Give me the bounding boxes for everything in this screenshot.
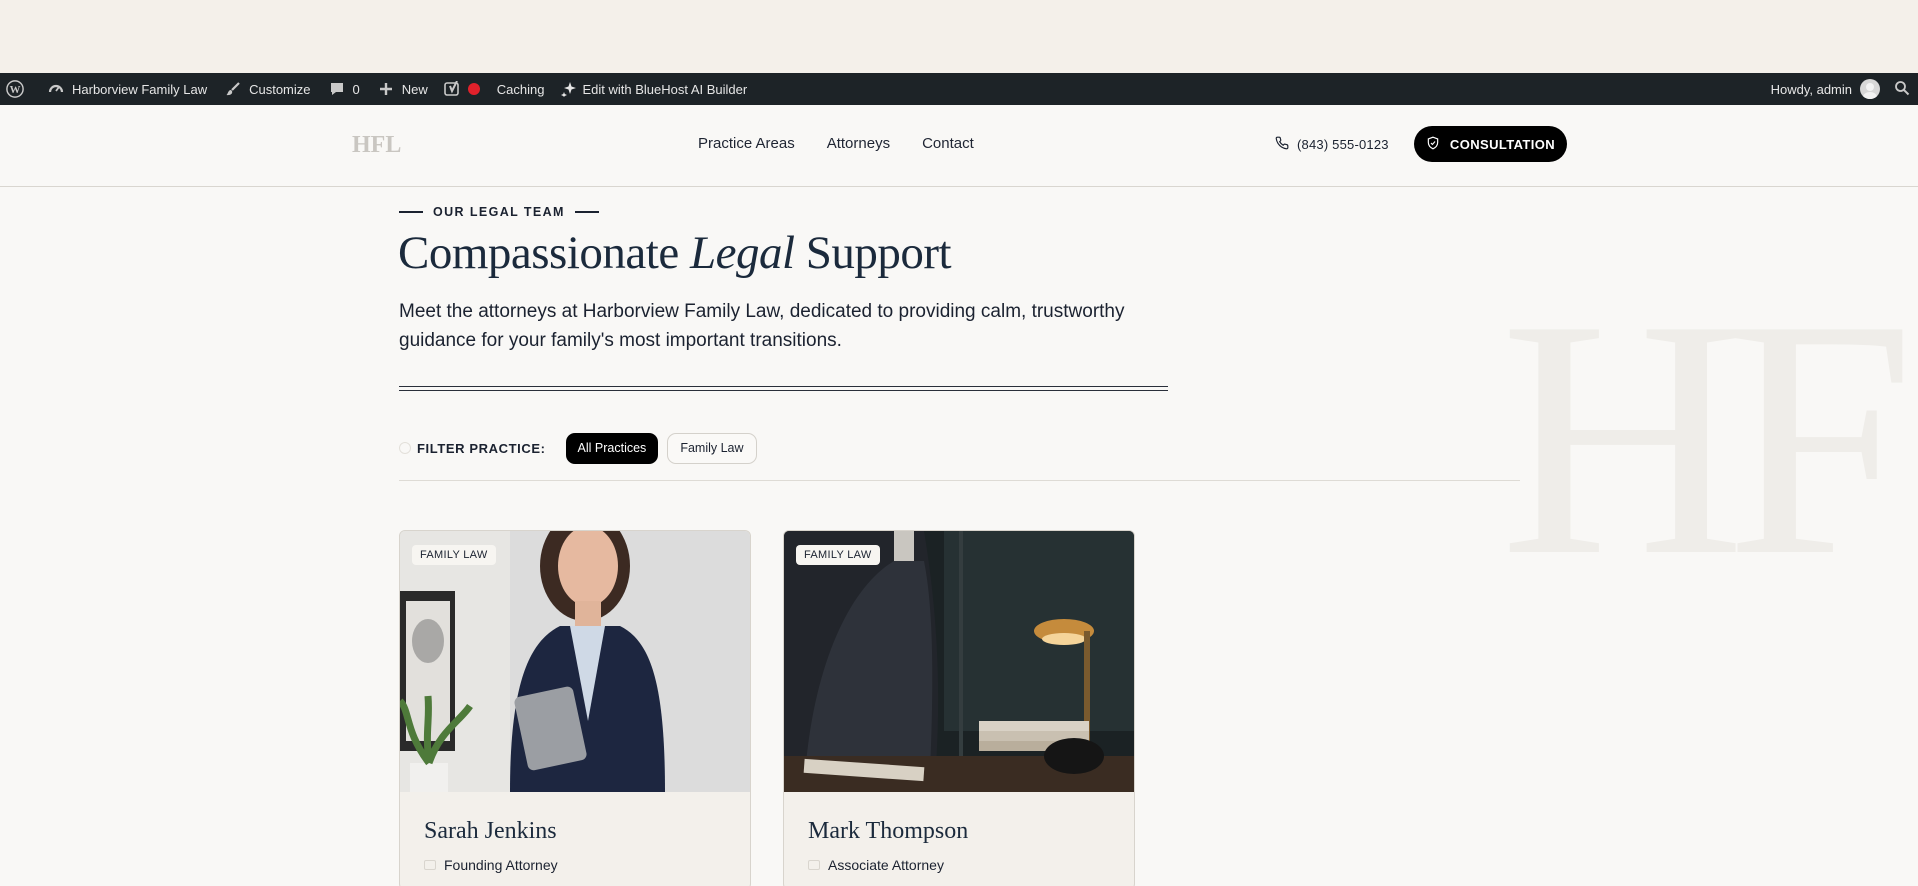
- page-title: Compassionate Legal Support: [398, 226, 952, 280]
- briefcase-icon: [424, 860, 436, 870]
- briefcase-icon: [808, 860, 820, 870]
- attorney-card[interactable]: FAMILY LAW Mark Thompson Associate Attor…: [783, 530, 1135, 886]
- search-icon: [1894, 80, 1910, 99]
- background-monogram: HF: [1500, 249, 1915, 626]
- practice-filter: FILTER PRACTICE: All Practices Family La…: [399, 432, 766, 464]
- title-emphasis: Legal: [689, 227, 795, 279]
- filter-divider: [399, 480, 1520, 481]
- ai-builder-menu[interactable]: Edit with BlueHost AI Builder: [560, 73, 747, 105]
- attorney-photo: FAMILY LAW: [400, 531, 750, 792]
- caching-menu[interactable]: Caching: [497, 73, 545, 105]
- comments-menu[interactable]: 0: [328, 73, 360, 105]
- ai-builder-label: Edit with BlueHost AI Builder: [582, 81, 748, 97]
- practice-badge: FAMILY LAW: [796, 545, 880, 565]
- avatar: [1860, 79, 1880, 99]
- shield-check-icon: [1426, 136, 1440, 153]
- phone-number: (843) 555-0123: [1297, 137, 1389, 152]
- seo-status-dot-icon: [467, 83, 480, 95]
- attorney-role: Founding Attorney: [424, 857, 726, 873]
- new-label: New: [401, 81, 428, 97]
- nav-practice-areas[interactable]: Practice Areas: [698, 135, 795, 152]
- attorney-card[interactable]: FAMILY LAW Sarah Jenkins Founding Attorn…: [399, 530, 751, 886]
- customize-menu[interactable]: Customize: [224, 73, 311, 105]
- attorney-role-label: Associate Attorney: [828, 857, 944, 873]
- title-part-2: Support: [794, 227, 952, 279]
- filter-chip-all-practices[interactable]: All Practices: [565, 432, 659, 464]
- filter-label: FILTER PRACTICE:: [399, 441, 546, 456]
- howdy-label: Howdy, admin: [1770, 81, 1852, 97]
- page-subtitle: Meet the attorneys at Harborview Family …: [399, 301, 1125, 351]
- main-nav: Practice Areas Attorneys Contact: [698, 135, 974, 152]
- customize-label: Customize: [249, 81, 311, 97]
- attorney-role: Associate Attorney: [808, 857, 1110, 873]
- site-header: HFL Practice Areas Attorneys Contact (84…: [0, 105, 1918, 187]
- site-name-label: Harborview Family Law: [72, 81, 208, 97]
- seo-plugin-menu[interactable]: [443, 73, 480, 105]
- eyebrow-rule-right: [574, 211, 599, 213]
- title-part-1: Compassionate: [398, 227, 690, 279]
- consultation-label: CONSULTATION: [1449, 136, 1556, 152]
- brush-icon: [224, 80, 242, 98]
- caching-label: Caching: [496, 81, 545, 97]
- account-menu[interactable]: Howdy, admin: [1771, 73, 1880, 105]
- section-eyebrow: OUR LEGAL TEAM: [399, 205, 599, 219]
- wp-admin-bar: W Harborview Family Law Customize 0 New …: [0, 73, 1918, 105]
- filter-chip-family-law[interactable]: Family Law: [667, 432, 757, 464]
- site-logo[interactable]: HFL: [352, 132, 401, 159]
- attorney-role-label: Founding Attorney: [444, 857, 558, 873]
- hero-divider: [399, 386, 1168, 391]
- sparkle-icon: [560, 80, 578, 98]
- plus-icon: [377, 80, 395, 98]
- phone-link[interactable]: (843) 555-0123: [1275, 136, 1389, 153]
- nav-attorneys[interactable]: Attorneys: [827, 135, 890, 152]
- comments-count: 0: [352, 81, 360, 97]
- eyebrow-label: OUR LEGAL TEAM: [433, 205, 565, 219]
- comment-bubble-icon: [328, 80, 346, 98]
- attorney-name: Sarah Jenkins: [424, 818, 557, 844]
- attorney-name: Mark Thompson: [808, 818, 969, 844]
- browser-top-area: [0, 0, 1918, 73]
- svg-text:W: W: [10, 84, 21, 96]
- nav-contact[interactable]: Contact: [922, 135, 974, 152]
- yoast-seo-icon: [443, 80, 462, 98]
- practice-badge: FAMILY LAW: [412, 545, 496, 565]
- new-content-menu[interactable]: New: [377, 73, 428, 105]
- dashboard-icon: [47, 80, 65, 98]
- attorney-photo: FAMILY LAW: [784, 531, 1134, 792]
- consultation-button[interactable]: CONSULTATION: [1414, 126, 1567, 162]
- filter-label-text: FILTER PRACTICE:: [417, 440, 546, 456]
- wordpress-logo-icon[interactable]: W: [6, 73, 24, 105]
- admin-search-button[interactable]: [1894, 73, 1910, 105]
- site-name-menu[interactable]: Harborview Family Law: [47, 73, 207, 105]
- filter-icon: [399, 442, 411, 454]
- eyebrow-rule-left: [399, 211, 423, 213]
- phone-icon: [1275, 136, 1289, 153]
